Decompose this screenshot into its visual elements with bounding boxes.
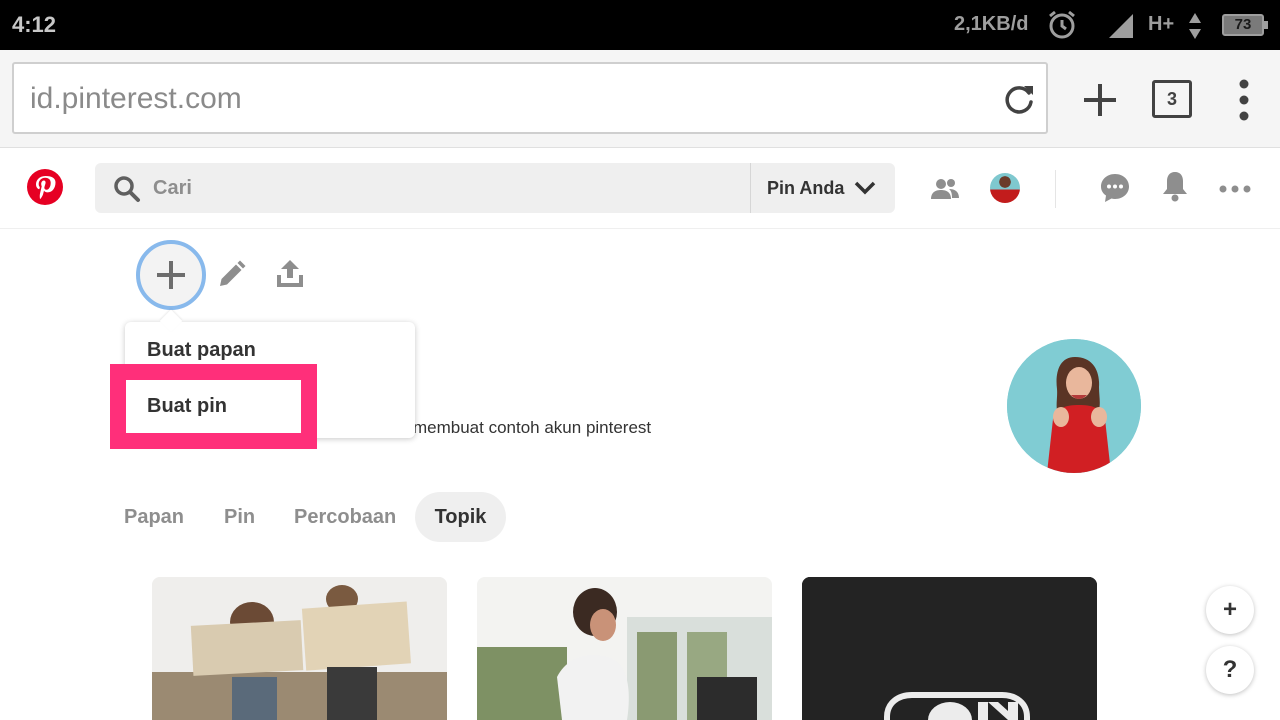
browser-toolbar: id.pinterest.com 3 (0, 50, 1280, 148)
tab-switcher[interactable]: 3 (1152, 80, 1192, 118)
plus-icon: + (1222, 596, 1237, 623)
search-scope-select[interactable]: Pin Anda (767, 163, 876, 213)
people-icon[interactable] (930, 174, 960, 204)
url-text[interactable]: id.pinterest.com (30, 82, 242, 116)
status-time: 4:12 (12, 12, 57, 37)
search-icon (114, 176, 140, 202)
tab-percobaan[interactable]: Percobaan (294, 492, 396, 542)
dark-photo (802, 577, 1097, 720)
question-icon: ? (1222, 656, 1238, 683)
tab-pin[interactable]: Pin (224, 492, 255, 542)
create-button[interactable] (136, 240, 206, 310)
status-bar: 4:12 2,1KB/d H+ 73 (0, 0, 1280, 50)
ellipsis-icon[interactable] (1219, 184, 1251, 194)
floating-add-button[interactable]: + (1206, 586, 1254, 634)
avatar[interactable] (990, 173, 1020, 203)
fitness-photo (477, 577, 772, 720)
chevron-down-icon (855, 181, 876, 195)
search-scope-label: Pin Anda (767, 177, 845, 198)
floating-help-button[interactable]: ? (1206, 646, 1254, 694)
pinterest-header: Pin Anda (0, 148, 1280, 229)
profile-photo-image (1007, 339, 1141, 473)
address-bar[interactable]: id.pinterest.com (12, 62, 1048, 134)
menu-item-create-board[interactable]: Buat papan (147, 339, 256, 362)
tab-papan[interactable]: Papan (124, 492, 184, 542)
menu-item-create-pin[interactable]: Buat pin (128, 380, 300, 432)
pinterest-logo-icon[interactable] (27, 169, 63, 205)
battery-indicator: 73 (1222, 14, 1268, 36)
reload-icon[interactable] (1002, 82, 1036, 116)
search-divider (750, 163, 751, 213)
upload-icon[interactable] (274, 258, 306, 290)
search-input[interactable] (153, 170, 713, 206)
pencil-icon[interactable] (216, 260, 246, 290)
signal-icon (1109, 14, 1133, 38)
network-type: H+ (1148, 13, 1175, 35)
profile-photo (1007, 339, 1141, 473)
kebab-menu-icon[interactable] (1234, 78, 1254, 122)
topic-card-dark[interactable] (802, 577, 1097, 720)
topic-card-fitness[interactable] (477, 577, 772, 720)
tab-topik[interactable]: Topik (415, 492, 506, 542)
plus-icon (157, 261, 185, 289)
header-divider (1055, 170, 1056, 208)
alarm-icon (1049, 10, 1075, 39)
topic-card-travel[interactable] (152, 577, 447, 720)
network-speed: 2,1KB/d (954, 13, 1029, 35)
search-bar[interactable]: Pin Anda (95, 163, 895, 213)
profile-bio: membuat contoh akun pinterest (413, 418, 652, 437)
plus-icon[interactable] (1080, 80, 1120, 120)
data-arrows-icon (1189, 13, 1201, 39)
travel-photo (152, 577, 447, 720)
bell-icon[interactable] (1161, 170, 1189, 202)
chat-bubble-icon[interactable] (1099, 172, 1131, 204)
